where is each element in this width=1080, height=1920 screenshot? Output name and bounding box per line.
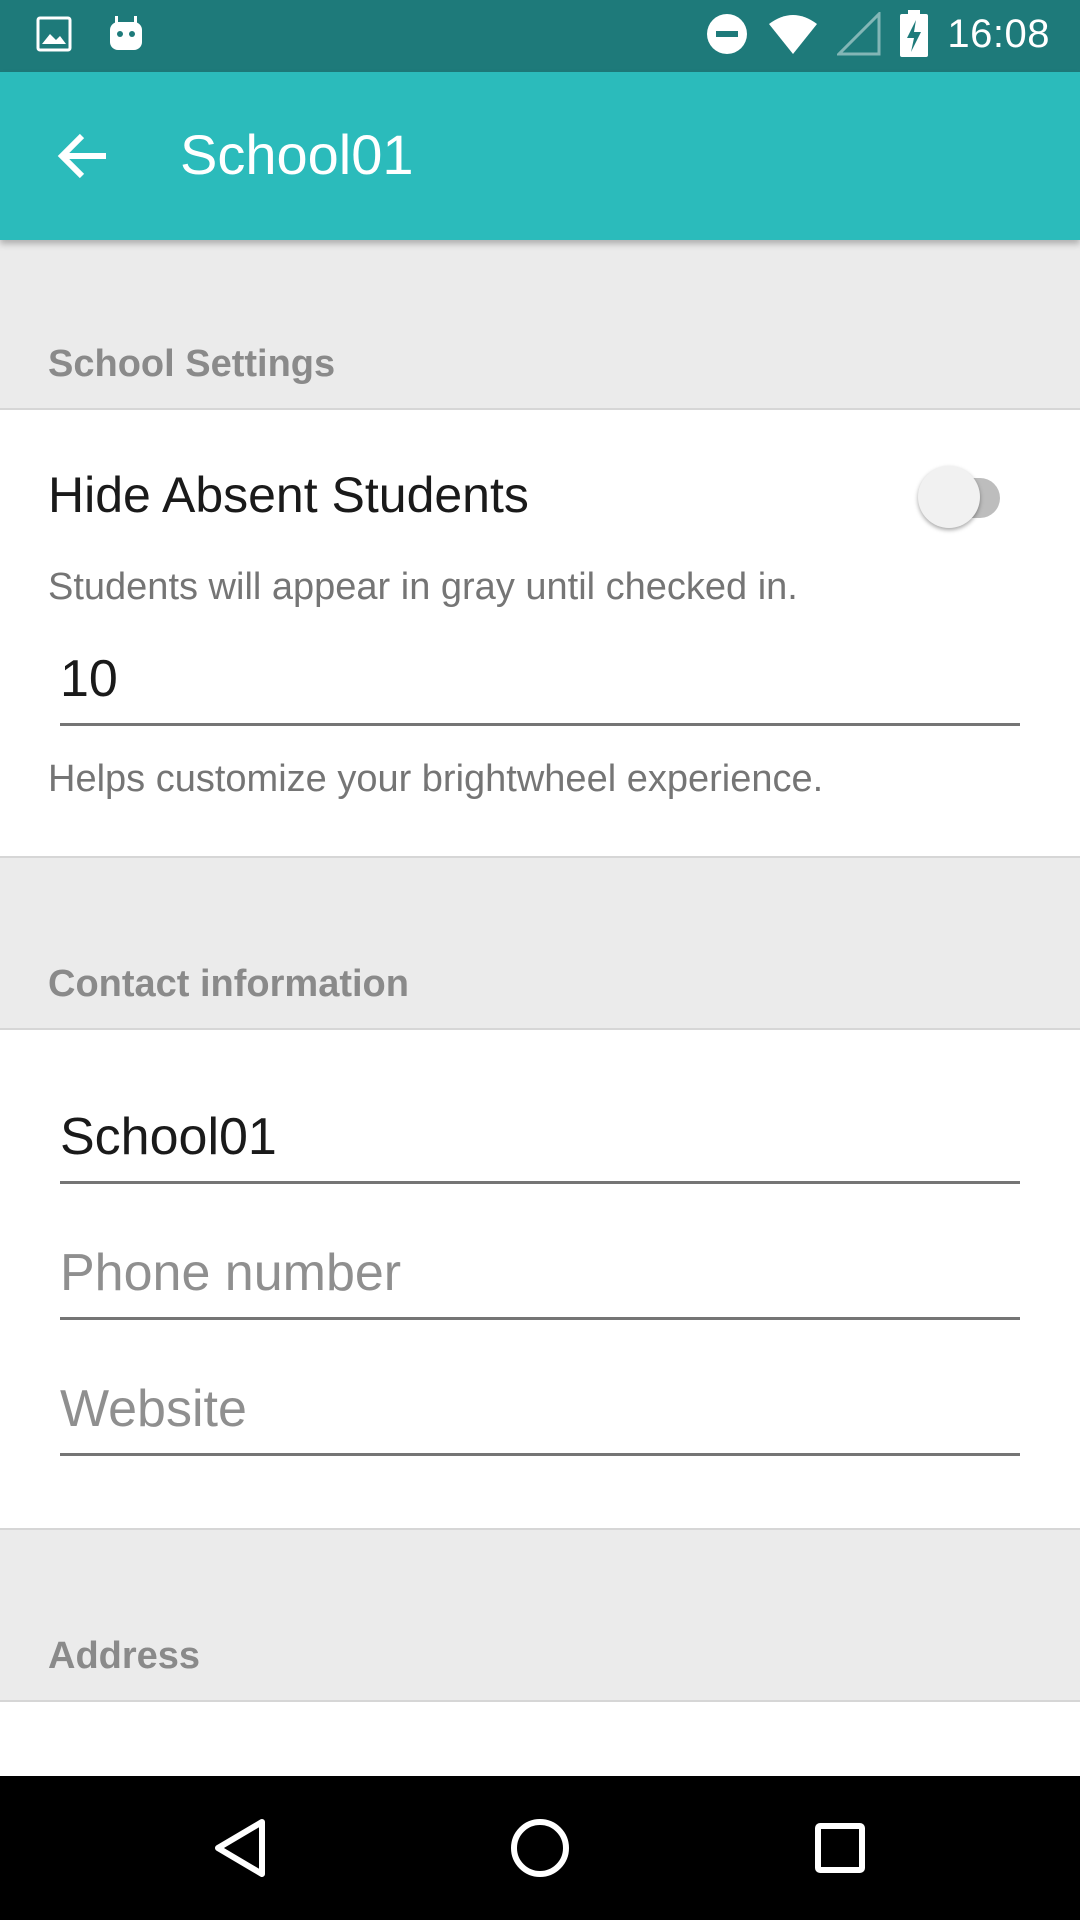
website-field[interactable] xyxy=(60,1364,1020,1456)
phone-number-input[interactable] xyxy=(60,1243,1020,1303)
website-input[interactable] xyxy=(60,1379,1020,1439)
android-icon xyxy=(106,14,146,54)
school-name-input[interactable] xyxy=(60,1107,1020,1167)
hide-absent-toggle[interactable] xyxy=(918,466,1000,528)
hide-absent-title: Hide Absent Students xyxy=(48,467,529,523)
section-label: Contact information xyxy=(48,963,409,1005)
school-name-field[interactable] xyxy=(60,1092,1020,1184)
settings-content: School Settings Hide Absent Students Stu… xyxy=(0,240,1080,1776)
screen: 16:08 School01 School Settings Hide Abse… xyxy=(0,0,1080,1920)
wifi-icon xyxy=(767,12,819,56)
navigation-bar xyxy=(0,1776,1080,1920)
hide-absent-subtitle: Students will appear in gray until check… xyxy=(48,566,798,608)
recents-square-icon xyxy=(815,1823,865,1873)
back-button[interactable] xyxy=(52,124,116,188)
nav-recents-button[interactable] xyxy=(804,1812,876,1884)
phone-number-field[interactable] xyxy=(60,1228,1020,1320)
do-not-disturb-icon xyxy=(705,12,749,56)
student-count-field[interactable] xyxy=(60,634,1020,726)
app-bar: School01 xyxy=(0,72,1080,240)
nav-home-button[interactable] xyxy=(504,1812,576,1884)
student-count-helper: Helps customize your brightwheel experie… xyxy=(48,758,824,800)
student-count-input[interactable] xyxy=(60,649,1020,709)
section-label: School Settings xyxy=(48,343,336,385)
section-header-address: Address xyxy=(0,1528,1080,1702)
section-label: Address xyxy=(48,1635,201,1677)
nav-back-button[interactable] xyxy=(204,1812,276,1884)
battery-charging-icon xyxy=(899,10,929,58)
page-title: School01 xyxy=(180,123,414,186)
status-bar: 16:08 xyxy=(0,0,1080,72)
home-circle-icon xyxy=(511,1819,569,1877)
arrow-back-icon xyxy=(57,133,106,179)
toggle-thumb xyxy=(918,466,980,528)
image-icon xyxy=(36,16,72,52)
status-time: 16:08 xyxy=(947,11,1050,56)
section-header-contact: Contact information xyxy=(0,856,1080,1030)
cell-signal-icon xyxy=(837,12,881,56)
back-triangle-icon xyxy=(215,1819,265,1877)
section-header-school-settings: School Settings xyxy=(0,240,1080,410)
